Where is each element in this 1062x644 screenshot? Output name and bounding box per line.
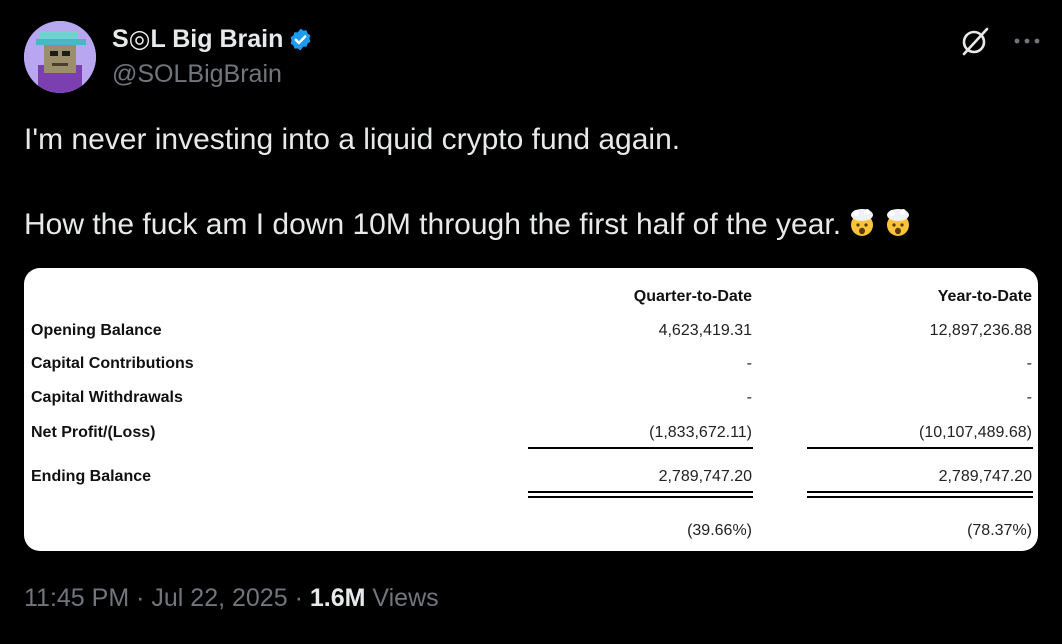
views-count[interactable]: 1.6M [310, 584, 366, 612]
qtd-ending-balance: 2,789,747.20 [658, 468, 752, 485]
tweet-meta: 11:45 PM · Jul 22, 2025 · 1.6M Views [24, 584, 439, 613]
ytd-capital-contributions: - [1026, 355, 1032, 372]
tweet-text: I'm never investing into a liquid crypto… [24, 120, 1034, 245]
statement-image[interactable]: Quarter-to-Date Year-to-Date Opening Bal… [24, 268, 1038, 551]
column-header-qtd: Quarter-to-Date [633, 288, 752, 305]
row-label-capital-withdrawals: Capital Withdrawals [31, 389, 183, 406]
exploding-head-emoji [887, 209, 910, 236]
tweet-time[interactable]: 11:45 PM [24, 584, 129, 612]
meta-separator-2: · [294, 584, 303, 612]
subtotal-rule-ytd [807, 447, 1033, 449]
qtd-capital-contributions: - [746, 355, 752, 372]
ytd-net-profit-loss: (10,107,489.68) [919, 424, 1032, 441]
row-label-net-profit-loss: Net Profit/(Loss) [31, 424, 156, 441]
avatar[interactable] [24, 21, 96, 93]
views-label: Views [372, 584, 439, 612]
meta-separator-1: · [136, 584, 145, 612]
more-icon[interactable] [1010, 26, 1044, 56]
verified-badge-icon [290, 28, 311, 50]
ytd-capital-withdrawals: - [1026, 389, 1032, 406]
tweet-line-1: I'm never investing into a liquid crypto… [24, 123, 681, 156]
row-label-capital-contributions: Capital Contributions [31, 355, 194, 372]
ytd-ending-balance: 2,789,747.20 [938, 468, 1032, 485]
total-rule-qtd-1 [528, 491, 753, 493]
author-handle[interactable]: @SOLBigBrain [112, 60, 282, 89]
tweet-line-2-text: How the fuck am I down 10M through the f… [24, 208, 842, 241]
tweet-date[interactable]: Jul 22, 2025 [151, 584, 287, 612]
total-rule-qtd-2 [528, 496, 753, 498]
avatar-image [24, 21, 96, 93]
qtd-capital-withdrawals: - [746, 389, 752, 406]
row-label-opening-balance: Opening Balance [31, 322, 162, 339]
total-rule-ytd-1 [807, 491, 1033, 493]
qtd-return-percent: (39.66%) [687, 522, 752, 539]
grok-icon[interactable] [958, 24, 992, 58]
author-name-row[interactable]: S◎L Big Brain [112, 24, 313, 54]
row-label-ending-balance: Ending Balance [31, 468, 152, 485]
qtd-opening-balance: 4,623,419.31 [658, 322, 752, 339]
subtotal-rule-qtd [528, 447, 753, 449]
ytd-return-percent: (78.37%) [967, 522, 1032, 539]
column-header-ytd: Year-to-Date [937, 288, 1032, 305]
tweet-line-2: How the fuck am I down 10M through the f… [24, 205, 1034, 245]
author-display-name[interactable]: S◎L Big Brain [112, 24, 283, 54]
qtd-net-profit-loss: (1,833,672.11) [649, 424, 752, 441]
ytd-opening-balance: 12,897,236.88 [929, 322, 1032, 339]
total-rule-ytd-2 [807, 496, 1033, 498]
exploding-head-emoji [851, 209, 874, 236]
